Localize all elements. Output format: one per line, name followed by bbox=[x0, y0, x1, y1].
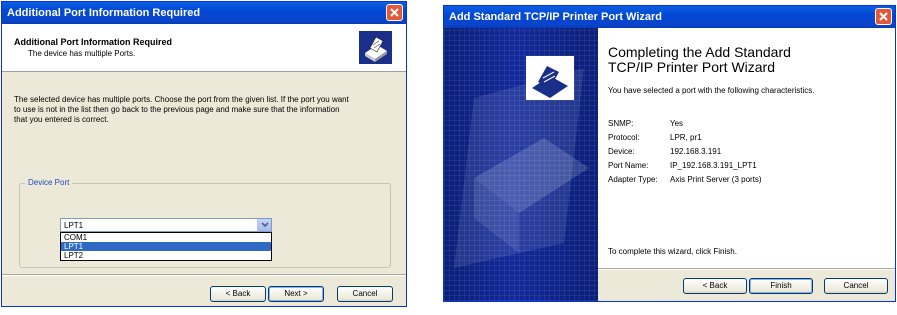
right-title-bar[interactable]: Add Standard TCP/IP Printer Port Wizard bbox=[444, 6, 895, 28]
field-value-protocol: LPR, pr1 bbox=[670, 133, 702, 142]
wizard-banner bbox=[444, 28, 598, 301]
field-value-device: 192.168.3.191 bbox=[670, 147, 722, 156]
field-key-snmp: SNMP: bbox=[608, 119, 634, 128]
close-icon bbox=[390, 8, 399, 17]
combo-value: LPT1 bbox=[64, 221, 84, 230]
instructions-line: to use is not in the list then go back t… bbox=[14, 105, 340, 114]
left-back-button[interactable]: < Back bbox=[210, 286, 266, 302]
header-subtitle: The device has multiple Ports. bbox=[28, 49, 136, 58]
left-next-button[interactable]: Next > bbox=[268, 286, 324, 302]
wizard-heading-line: Completing the Add Standard bbox=[608, 44, 791, 60]
right-back-button[interactable]: < Back bbox=[683, 278, 747, 294]
port-option-com1[interactable]: COM1 bbox=[61, 233, 271, 242]
instructions-line: The selected device has multiple ports. … bbox=[14, 95, 349, 104]
field-key-device: Device: bbox=[608, 147, 635, 156]
left-title-bar[interactable]: Additional Port Information Required bbox=[2, 2, 406, 24]
wizard-heading: Completing the Add Standard TCP/IP Print… bbox=[608, 45, 888, 75]
finish-hint: To complete this wizard, click Finish. bbox=[608, 247, 737, 256]
instructions-line: that you entered is correct. bbox=[14, 115, 109, 124]
wizard-content-panel: Completing the Add Standard TCP/IP Print… bbox=[598, 28, 895, 268]
port-option-lpt1[interactable]: LPT1 bbox=[61, 242, 271, 251]
device-port-combobox[interactable]: LPT1 bbox=[60, 218, 272, 232]
right-cancel-button[interactable]: Cancel bbox=[824, 278, 888, 294]
port-option-lpt2[interactable]: LPT2 bbox=[61, 251, 271, 260]
combo-dropdown-button[interactable] bbox=[257, 219, 271, 231]
field-value-snmp: Yes bbox=[670, 119, 684, 128]
close-icon bbox=[879, 12, 888, 21]
chevron-down-icon bbox=[261, 222, 269, 228]
field-key-adapter-type: Adapter Type: bbox=[608, 175, 658, 184]
right-window-title: Add Standard TCP/IP Printer Port Wizard bbox=[449, 11, 663, 23]
right-button-separator bbox=[598, 268, 895, 270]
right-finish-button[interactable]: Finish bbox=[749, 278, 813, 294]
left-close-button[interactable] bbox=[386, 4, 403, 21]
left-cancel-button[interactable]: Cancel bbox=[337, 286, 393, 302]
field-value-port-name: IP_192.168.3.191_LPT1 bbox=[670, 161, 757, 170]
wizard-intro: You have selected a port with the follow… bbox=[608, 86, 815, 95]
instructions-text: The selected device has multiple ports. … bbox=[14, 95, 394, 125]
additional-port-dialog: Additional Port Information Required Add… bbox=[1, 1, 407, 307]
device-port-label: Device Port bbox=[25, 178, 73, 187]
printer-icon bbox=[359, 31, 392, 64]
left-window-title: Additional Port Information Required bbox=[7, 7, 201, 19]
header-title: Additional Port Information Required bbox=[14, 37, 172, 47]
field-key-protocol: Protocol: bbox=[608, 133, 640, 142]
right-close-button[interactable] bbox=[875, 8, 892, 25]
printer-wizard-graphic bbox=[454, 56, 589, 268]
port-dropdown-list[interactable]: COM1 LPT1 LPT2 bbox=[60, 232, 272, 261]
device-port-group: Device Port LPT1 COM1 LPT1 LPT2 bbox=[19, 178, 391, 268]
left-button-separator bbox=[2, 274, 406, 276]
field-key-port-name: Port Name: bbox=[608, 161, 649, 170]
field-value-adapter-type: Axis Print Server (3 ports) bbox=[670, 175, 762, 184]
tcpip-port-wizard-dialog: Add Standard TCP/IP Printer Port Wizard … bbox=[443, 5, 896, 302]
wizard-heading-line: TCP/IP Printer Port Wizard bbox=[608, 59, 776, 75]
left-header-panel: Additional Port Information Required The… bbox=[2, 24, 406, 72]
